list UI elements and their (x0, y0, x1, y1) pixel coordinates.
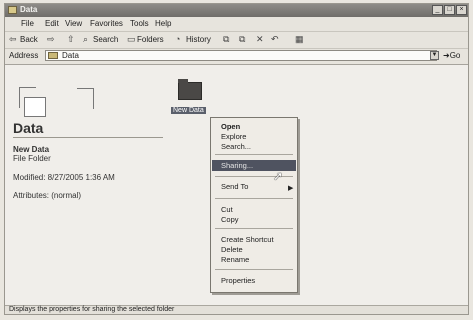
delete-icon[interactable]: ✕ (256, 34, 264, 45)
window-title: Data (20, 5, 38, 14)
go-label: Go (449, 51, 461, 60)
toolbar: ⇦ Back ⇨ ⇧ ⌕ Search ▭ Folders ◔ History … (5, 31, 468, 49)
views-icon[interactable]: ▦ (295, 34, 304, 45)
menu-separator (215, 198, 293, 199)
menu-edit[interactable]: Edit (45, 19, 59, 28)
status-bar: Displays the properties for sharing the … (5, 305, 468, 314)
close-button[interactable]: × (456, 5, 467, 15)
title-bar: Data _ □ × (5, 4, 468, 17)
menu-bar: File Edit View Favorites Tools Help (5, 18, 468, 30)
maximize-button[interactable]: □ (444, 5, 455, 15)
back-icon[interactable]: ⇦ (9, 34, 17, 45)
menu-item-sharing[interactable]: Sharing... (212, 160, 296, 171)
menu-item-send-to[interactable]: Send To (221, 182, 248, 191)
search-button[interactable]: Search (93, 35, 118, 44)
move-to-icon[interactable]: ⧉ (223, 34, 229, 45)
menu-item-rename[interactable]: Rename (221, 255, 249, 264)
menu-file[interactable]: File (21, 19, 34, 28)
folders-icon[interactable]: ▭ (127, 34, 136, 45)
menu-item-create-shortcut[interactable]: Create Shortcut (221, 235, 274, 244)
menu-tools[interactable]: Tools (130, 19, 149, 28)
address-field[interactable]: Data (45, 50, 437, 61)
address-bar: Address Data ▼ ➜Go (5, 48, 468, 63)
menu-item-explore[interactable]: Explore (221, 132, 246, 141)
attributes: Attributes: (normal) (13, 191, 82, 200)
undo-icon[interactable]: ↶ (271, 34, 279, 45)
forward-icon[interactable]: ⇨ (47, 34, 55, 45)
folder-view[interactable]: Data New Data File Folder Modified: 8/27… (5, 64, 468, 305)
up-icon[interactable]: ⇧ (67, 34, 75, 45)
menu-favorites[interactable]: Favorites (90, 19, 123, 28)
chevron-right-icon: ▶ (288, 185, 294, 192)
menu-item-cut[interactable]: Cut (221, 205, 233, 214)
menu-item-open[interactable]: Open (221, 122, 240, 131)
search-icon[interactable]: ⌕ (83, 34, 88, 45)
explorer-window: Data _ □ × File Edit View Favorites Tool… (4, 3, 469, 315)
folder-icon (48, 52, 58, 59)
status-text: Displays the properties for sharing the … (9, 306, 175, 313)
context-menu: Open Explore Search... Sharing... Send T… (210, 117, 298, 293)
go-icon: ➜ (443, 51, 450, 60)
menu-separator (215, 154, 293, 155)
menu-item-properties[interactable]: Properties (221, 276, 255, 285)
folder-label[interactable]: New Data (171, 107, 206, 114)
address-value: Data (62, 51, 79, 60)
menu-item-sharing-label: Sharing... (221, 161, 254, 170)
menu-help[interactable]: Help (155, 19, 171, 28)
copy-to-icon[interactable]: ⧉ (239, 34, 245, 45)
address-label: Address (9, 51, 39, 60)
history-icon[interactable]: ◔ (175, 34, 180, 44)
menu-separator (215, 269, 293, 270)
selected-type: File Folder (13, 154, 51, 163)
folder-icon[interactable] (178, 79, 202, 100)
menu-separator (215, 228, 293, 229)
mouse-cursor-icon: ➚ (273, 169, 284, 183)
panel-title: Data (13, 120, 44, 136)
selected-name: New Data (13, 145, 50, 154)
folder-icon (8, 6, 17, 14)
folders-button[interactable]: Folders (137, 35, 164, 44)
menu-item-copy[interactable]: Copy (221, 215, 239, 224)
menu-item-search[interactable]: Search... (221, 142, 251, 151)
minimize-button[interactable]: _ (432, 5, 443, 15)
folder-icon (19, 85, 94, 117)
go-button[interactable]: ➜Go (443, 51, 460, 60)
menu-view[interactable]: View (65, 19, 82, 28)
history-button[interactable]: History (186, 35, 211, 44)
menu-item-delete[interactable]: Delete (221, 245, 243, 254)
back-button[interactable]: Back (20, 35, 38, 44)
modified-date: Modified: 8/27/2005 1:36 AM (13, 173, 115, 182)
chevron-down-icon[interactable]: ▼ (430, 51, 439, 60)
divider (13, 137, 163, 138)
